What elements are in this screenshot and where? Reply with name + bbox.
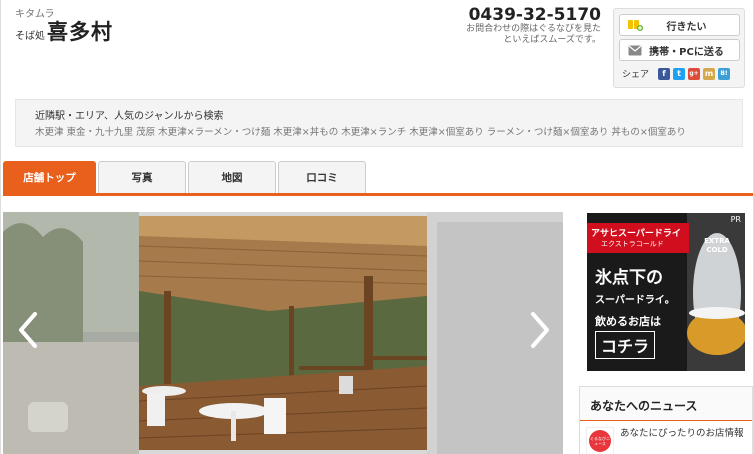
want-to-go-label: 行きたい	[666, 21, 707, 33]
ad-sub: エクストラコールド	[601, 240, 664, 248]
want-to-go-button[interactable]: 行きたい	[619, 14, 740, 36]
mixi-icon[interactable]: m	[703, 67, 716, 80]
share-label: シェア	[622, 70, 650, 80]
ad-headline-1: 氷点下の	[595, 268, 663, 288]
shop-name: 喜多村	[47, 20, 113, 44]
photo-gallery	[3, 212, 563, 454]
hatena-bookmark-icon[interactable]: B!	[718, 67, 731, 80]
search-link[interactable]: 丼もの×個室あり	[611, 127, 685, 138]
nearby-search-title: 近隣駅・エリア、人気のジャンルから検索	[35, 111, 224, 122]
search-link[interactable]: ラーメン・つけ麺×個室あり	[487, 127, 609, 138]
search-link[interactable]: 木更津×丼もの	[273, 127, 338, 138]
share-row: シェア f t g+ m B!	[622, 67, 731, 80]
ad-pr-badge: PR	[730, 215, 741, 224]
send-to-device-label: 携帯・PCに送る	[649, 46, 724, 58]
shop-tabs: 店舗トップ 写真 地図 口コミ	[3, 161, 368, 193]
action-box: 行きたい 携帯・PCに送る シェア f t g+ m B!	[613, 8, 745, 88]
restaurant-page: キタムラ そば処 喜多村 0439-32-5170 お問合わせの際はぐるなびを見…	[0, 0, 754, 454]
news-icon: ぐるなびニュース	[586, 427, 614, 454]
ad-headline-3: 飲めるお店は	[595, 315, 661, 328]
ad-headline-2: スーパードライ。	[595, 295, 675, 306]
news-box: あなたへのニュース ぐるなびニュース あなたにぴったりのお店情報	[579, 386, 753, 454]
phone-number[interactable]: 0439-32-5170	[469, 5, 601, 25]
beer-ad-banner[interactable]: PR アサヒスーパードライ エクストラコールド EXTRA COLD 氷点下の …	[587, 213, 745, 371]
phone-note: お問合わせの際はぐるなびを見たといえばスムーズです。	[466, 24, 601, 45]
shop-genre: そば処	[15, 31, 45, 42]
mail-icon	[626, 43, 644, 57]
search-link[interactable]: 木更津×ラーメン・つけ麺	[158, 127, 270, 138]
cheers-icon	[626, 18, 644, 32]
search-link[interactable]: 木更津×ランチ	[341, 127, 406, 138]
search-link[interactable]: 木更津	[35, 127, 64, 138]
ad-headline-4: コチラ	[595, 331, 656, 359]
tab-reviews[interactable]: 口コミ	[278, 161, 366, 193]
search-link[interactable]: 茂原	[136, 127, 155, 138]
news-item[interactable]: ぐるなびニュース あなたにぴったりのお店情報	[586, 427, 744, 454]
tab-photos[interactable]: 写真	[98, 161, 186, 193]
chevron-right-icon[interactable]	[525, 310, 555, 350]
news-icon-badge: ぐるなびニュース	[589, 430, 611, 452]
search-link[interactable]: 東金・九十九里	[67, 127, 134, 138]
google-plus-icon[interactable]: g+	[688, 67, 701, 80]
news-title: あなたへのニュース	[580, 387, 752, 421]
search-link[interactable]: 木更津×個室あり	[409, 127, 483, 138]
tab-map[interactable]: 地図	[188, 161, 276, 193]
twitter-icon[interactable]: t	[673, 67, 686, 80]
main-photo-terrace[interactable]	[139, 216, 427, 450]
nearby-search-box: 近隣駅・エリア、人気のジャンルから検索 木更津 東金・九十九里 茂原 木更津×ラ…	[15, 99, 743, 147]
news-item-text: あなたにぴったりのお店情報	[620, 428, 744, 439]
tab-shop-top[interactable]: 店舗トップ	[3, 161, 96, 193]
send-to-device-button[interactable]: 携帯・PCに送る	[619, 39, 740, 61]
ad-product: EXTRA COLD	[704, 237, 730, 254]
chevron-left-icon[interactable]	[13, 310, 43, 350]
nearby-search-links: 木更津 東金・九十九里 茂原 木更津×ラーメン・つけ麺 木更津×丼もの 木更津×…	[35, 124, 686, 138]
facebook-icon[interactable]: f	[658, 67, 671, 80]
tab-underline	[3, 193, 753, 196]
ad-brand: アサヒスーパードライ	[591, 229, 681, 239]
